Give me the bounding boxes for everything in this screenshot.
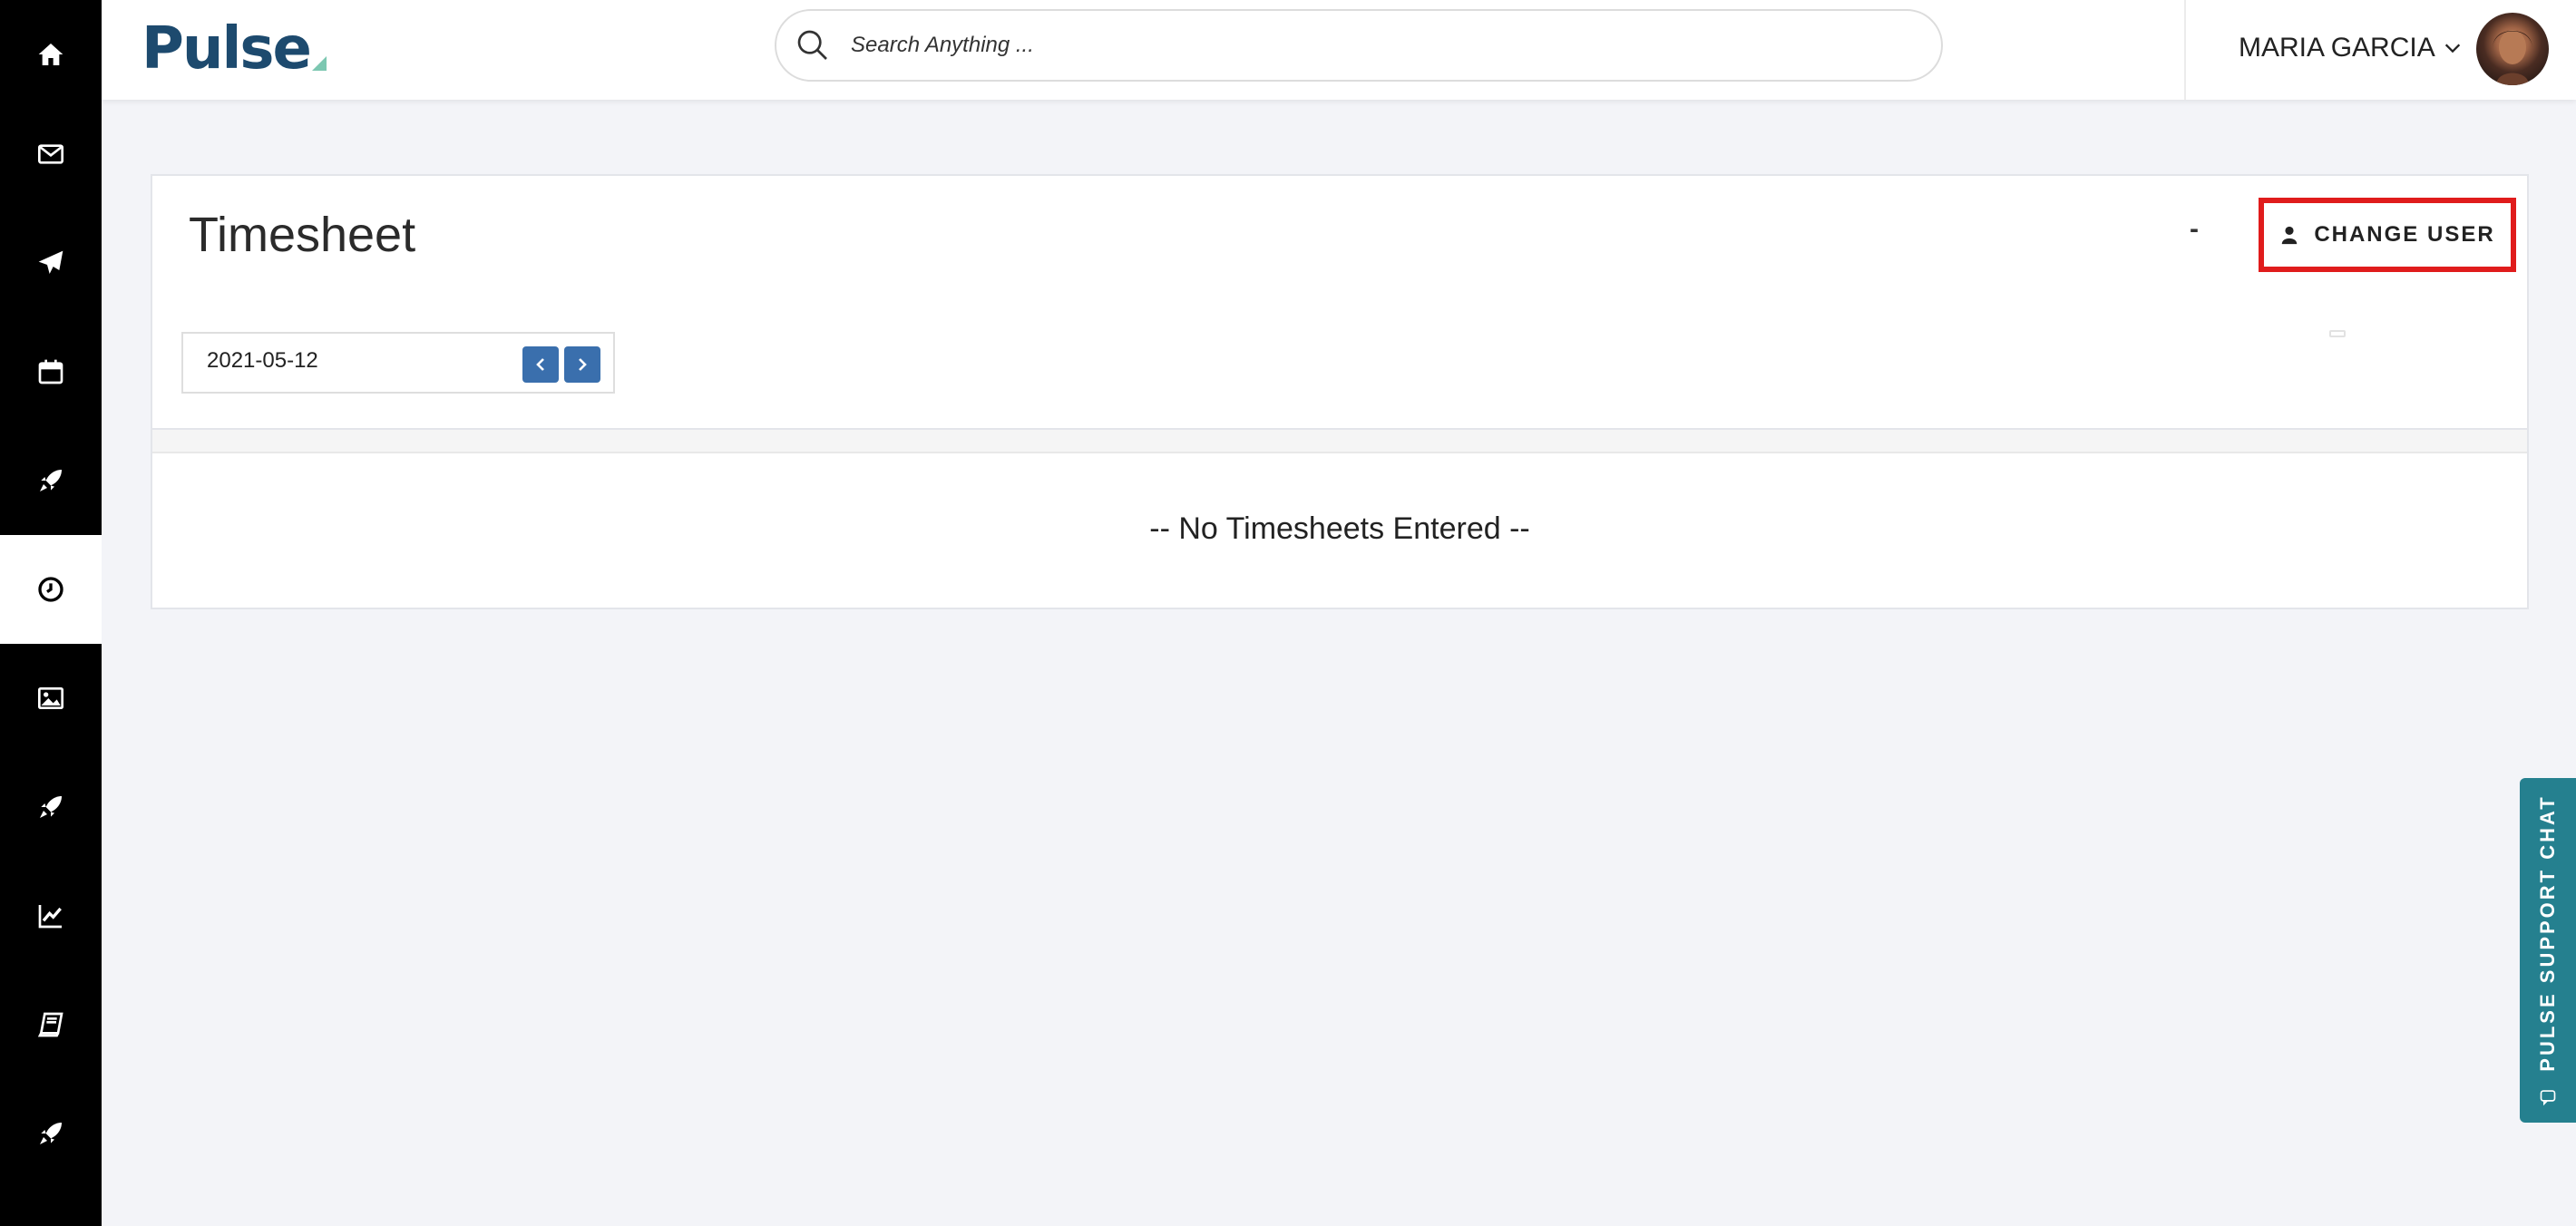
search-input[interactable] xyxy=(851,33,1849,58)
calendar-icon xyxy=(38,359,63,384)
chart-line-icon xyxy=(38,905,62,929)
sidebar-item-book[interactable] xyxy=(0,970,102,1079)
logo-accent-icon xyxy=(311,56,327,71)
empty-timesheets-message: -- No Timesheets Entered -- xyxy=(1149,511,1530,546)
chevron-down-icon xyxy=(2444,44,2460,54)
paper-plane-icon xyxy=(38,250,63,274)
user-name-label: MARIA GARCIA xyxy=(2239,33,2435,63)
sidebar-item-timesheet[interactable] xyxy=(0,535,102,644)
change-user-label: CHANGE USER xyxy=(2314,222,2495,247)
change-user-button[interactable]: CHANGE USER xyxy=(2259,198,2516,272)
previous-date-button[interactable] xyxy=(522,346,559,383)
sidebar-item-rocket-3[interactable] xyxy=(0,1079,102,1188)
search-bar[interactable] xyxy=(775,9,1943,82)
sidebar-item-rocket-2[interactable] xyxy=(0,753,102,861)
logo-text: Pulse xyxy=(141,15,312,83)
date-input[interactable] xyxy=(207,348,479,374)
sidebar-item-home[interactable] xyxy=(0,0,102,109)
timesheet-card: Timesheet - CHANGE USER -- No Timesheets… xyxy=(151,174,2529,609)
user-placeholder-dash: - xyxy=(2190,214,2199,244)
small-indicator xyxy=(2329,330,2346,337)
chevron-right-icon xyxy=(579,358,587,371)
sidebar-item-calendar[interactable] xyxy=(0,317,102,426)
sidebar-item-reports[interactable] xyxy=(0,861,102,970)
rocket-icon xyxy=(40,470,62,491)
top-header: Pulse MARIA GARCIA xyxy=(102,0,2576,100)
sidebar xyxy=(0,0,102,1226)
mail-icon xyxy=(38,144,63,164)
search-icon xyxy=(797,30,827,60)
sidebar-item-send[interactable] xyxy=(0,209,102,317)
avatar[interactable] xyxy=(2476,13,2549,85)
chat-icon xyxy=(2540,1090,2556,1106)
rocket-icon xyxy=(40,796,62,818)
clock-icon xyxy=(38,577,63,602)
book-icon xyxy=(37,1012,63,1037)
home-icon xyxy=(38,44,63,65)
header-divider xyxy=(2184,0,2186,100)
user-icon xyxy=(2282,226,2298,245)
pulse-logo[interactable]: Pulse xyxy=(141,13,327,85)
sidebar-item-mail[interactable] xyxy=(0,100,102,209)
support-chat-tab[interactable]: PULSE SUPPORT CHAT xyxy=(2520,778,2576,1123)
sidebar-item-rocket[interactable] xyxy=(0,426,102,535)
support-chat-label: PULSE SUPPORT CHAT xyxy=(2536,794,2559,1072)
image-icon xyxy=(38,687,63,709)
chevron-left-icon xyxy=(536,358,544,371)
page-title: Timesheet xyxy=(189,208,416,262)
support-chat-label-wrap: PULSE SUPPORT CHAT xyxy=(2536,794,2560,1106)
sidebar-item-images[interactable] xyxy=(0,644,102,753)
date-picker xyxy=(181,332,615,394)
card-divider xyxy=(152,428,2527,453)
next-date-button[interactable] xyxy=(564,346,600,383)
rocket-icon xyxy=(40,1123,62,1144)
avatar-image xyxy=(2493,30,2532,85)
user-menu[interactable]: MARIA GARCIA xyxy=(2239,27,2463,69)
